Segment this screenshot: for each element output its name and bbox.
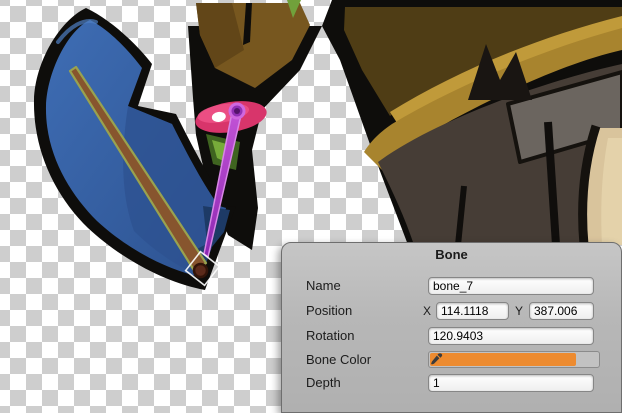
position-y-label: Y — [515, 304, 523, 318]
position-x-input[interactable] — [436, 302, 509, 320]
bone-color-swatch[interactable] — [430, 353, 576, 366]
bone-purple-joint-center — [234, 108, 240, 114]
position-label: Position — [306, 303, 352, 318]
panel-title: Bone — [282, 247, 621, 262]
name-label: Name — [306, 278, 341, 293]
bone-color-label: Bone Color — [306, 352, 371, 367]
bone-properties-panel: Bone Name Position X Y Rotation Bone Col… — [281, 242, 622, 413]
position-x-label: X — [423, 304, 431, 318]
eyedropper-icon[interactable] — [429, 352, 443, 366]
editor-viewport: Bone Name Position X Y Rotation Bone Col… — [0, 0, 622, 413]
character-artwork — [188, 0, 622, 250]
position-y-input[interactable] — [529, 302, 594, 320]
rotation-label: Rotation — [306, 328, 354, 343]
bone-brown-joint[interactable] — [194, 264, 207, 277]
depth-label: Depth — [306, 375, 341, 390]
bone-color-control[interactable] — [428, 351, 600, 368]
rotation-input[interactable] — [428, 327, 594, 345]
name-input[interactable] — [428, 277, 594, 295]
depth-input[interactable] — [428, 374, 594, 392]
